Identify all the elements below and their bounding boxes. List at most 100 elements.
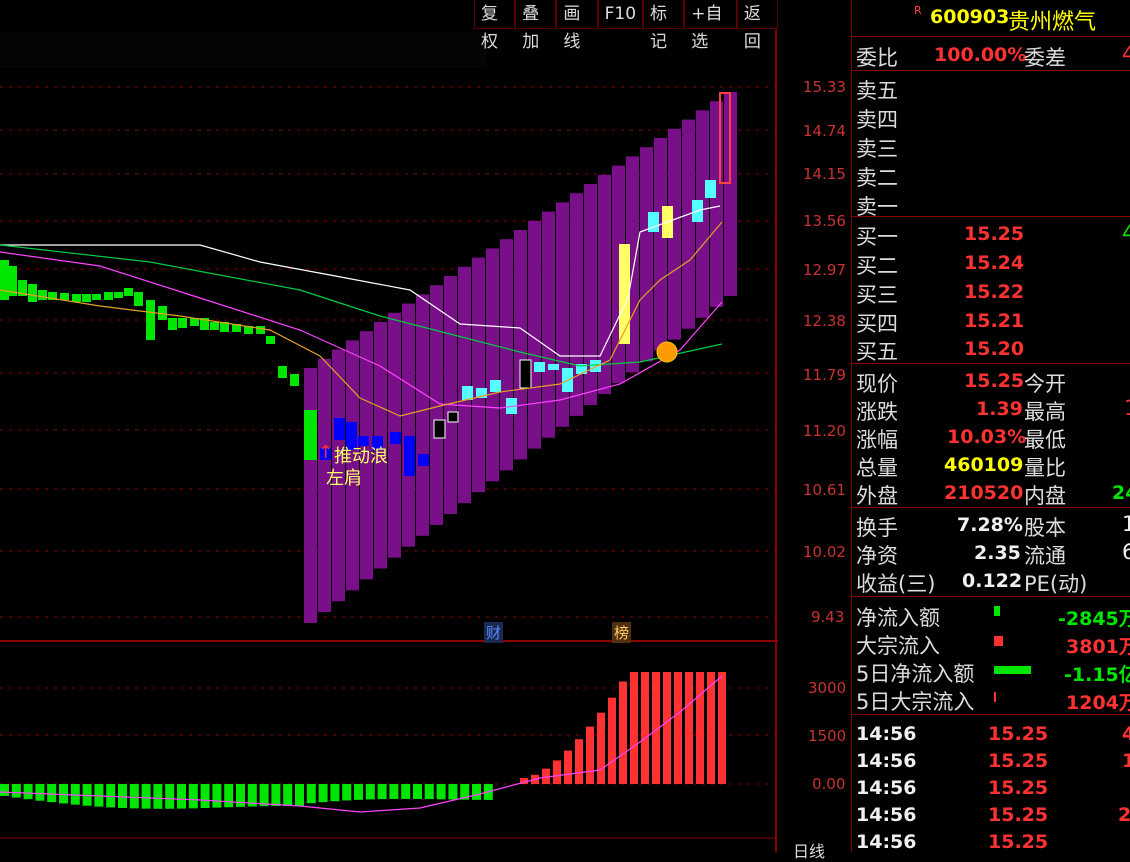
fin-label: PE(动)	[1024, 572, 1088, 596]
quote-row: 外盘 210520内盘 24	[852, 478, 1130, 508]
volume-bar	[35, 784, 45, 801]
volume-bar	[295, 784, 304, 806]
sell-row: 卖四	[852, 102, 1130, 132]
flow-row: 5日大宗流入 1204万	[852, 684, 1130, 714]
volume-bar	[106, 784, 116, 808]
chart-toolbar: 复权 叠加 画线 F10 标记 +自选 返回	[474, 0, 779, 52]
candle	[462, 386, 473, 400]
add-favorite-button[interactable]: +自选	[684, 0, 737, 52]
band-bar	[472, 257, 485, 493]
divider	[852, 216, 1130, 217]
band-bar	[486, 248, 499, 482]
period-label[interactable]: 日线	[793, 838, 825, 862]
candle	[548, 364, 559, 370]
fin-value: 1	[1122, 512, 1130, 536]
tick-time: 14:56	[856, 831, 917, 853]
buy-price: 15.24	[964, 252, 1025, 274]
tick-row: 14:56 15.25	[852, 827, 1130, 855]
order-ratio-label: 委比	[856, 46, 898, 70]
price-tick: 14.15	[803, 165, 846, 183]
tick-volume: 2	[1118, 804, 1130, 826]
flow-bar	[994, 692, 996, 702]
candle	[82, 294, 91, 302]
candle	[334, 418, 345, 440]
buy-price: 15.21	[964, 310, 1025, 332]
band-bar	[640, 147, 653, 362]
mark-button[interactable]: 标记	[643, 0, 685, 52]
kline-chart[interactable]	[0, 0, 778, 852]
band-bar	[500, 239, 513, 471]
price-tick: 11.79	[803, 366, 846, 384]
candle	[534, 362, 545, 372]
outer-volume: 210520	[944, 482, 1024, 504]
back-button[interactable]: 返回	[736, 0, 779, 52]
buy-row: 买四 15.21	[852, 306, 1130, 336]
band-bar	[430, 285, 443, 525]
volume-bar	[575, 739, 583, 784]
candle	[104, 292, 113, 300]
band-bar	[682, 119, 695, 329]
rank-marker[interactable]: 榜	[612, 622, 632, 643]
fin-row: 换手 7.28% 股本 1	[852, 510, 1130, 540]
volume-bar	[597, 712, 605, 784]
volume-bar	[212, 784, 222, 808]
current-price: 15.25	[964, 370, 1025, 392]
volume-bar	[718, 672, 726, 784]
f10-button[interactable]: F10	[597, 0, 644, 29]
flow-row: 净流入额 -2845万	[852, 600, 1130, 630]
overlay-button[interactable]: 叠加	[515, 0, 557, 52]
volume-bar	[401, 784, 411, 799]
overlay-black-box	[0, 32, 487, 68]
volume-bar	[354, 784, 363, 800]
fin-label: 收益(三)	[856, 572, 936, 596]
volume-bar	[389, 784, 399, 799]
volume-bar	[153, 784, 163, 809]
order-ratio-row: 委比 100.00% 委差 4	[852, 40, 1130, 70]
buy-price: 15.20	[964, 338, 1025, 360]
volume-bar	[283, 784, 293, 806]
tick-row: 14:56 15.25 4	[852, 719, 1130, 747]
kline-chart-area[interactable]: 复权 叠加 画线 F10 标记 +自选 返回	[0, 0, 779, 852]
candle	[134, 292, 143, 306]
flow-bar	[994, 606, 1000, 616]
candle	[168, 318, 177, 330]
volume-bar	[11, 784, 21, 798]
fuquan-button[interactable]: 复权	[474, 0, 516, 52]
quote-label: 内盘	[1024, 484, 1066, 508]
volume-bar	[553, 760, 561, 784]
volume-bar	[165, 784, 175, 809]
candle	[38, 290, 47, 300]
candle	[390, 432, 401, 444]
tick-row: 14:56 15.25	[852, 773, 1130, 801]
tick-time: 14:56	[856, 804, 917, 826]
candle	[590, 360, 601, 372]
price-tick: 9.43	[811, 608, 845, 626]
volume-bar	[259, 784, 269, 807]
volume-bar	[59, 784, 68, 804]
change-value: 1.39	[976, 398, 1023, 420]
volume-bar	[177, 784, 186, 809]
fin-row: 收益(三) 0.122 PE(动)	[852, 566, 1130, 596]
volume-bar	[608, 697, 616, 784]
finance-marker[interactable]: 财	[484, 622, 504, 643]
candle	[290, 374, 299, 386]
volume-bar	[318, 784, 328, 803]
fin-value: 6	[1122, 540, 1130, 564]
tick-volume: 4	[1122, 723, 1130, 745]
price-tick: 14.74	[803, 122, 846, 140]
draw-line-button[interactable]: 画线	[556, 0, 598, 52]
flow-value: 1204万	[1066, 692, 1130, 714]
band-bar	[416, 294, 429, 536]
volume-bar	[188, 784, 198, 809]
quote-panel: R 600903 贵州燃气 委比 100.00% 委差 4 卖五 卖四 卖三 卖…	[851, 0, 1130, 855]
quote-label: 外盘	[856, 484, 898, 508]
volume-bar	[641, 672, 649, 784]
divider	[852, 363, 1130, 364]
flow-value: -1.15亿	[1064, 664, 1130, 686]
volume-tick: 0.00	[812, 775, 846, 793]
candle	[278, 366, 287, 378]
candle	[0, 260, 9, 300]
candle	[433, 419, 446, 439]
wave-arrow: ↑	[318, 442, 334, 463]
order-diff-label: 委差	[1024, 46, 1066, 70]
